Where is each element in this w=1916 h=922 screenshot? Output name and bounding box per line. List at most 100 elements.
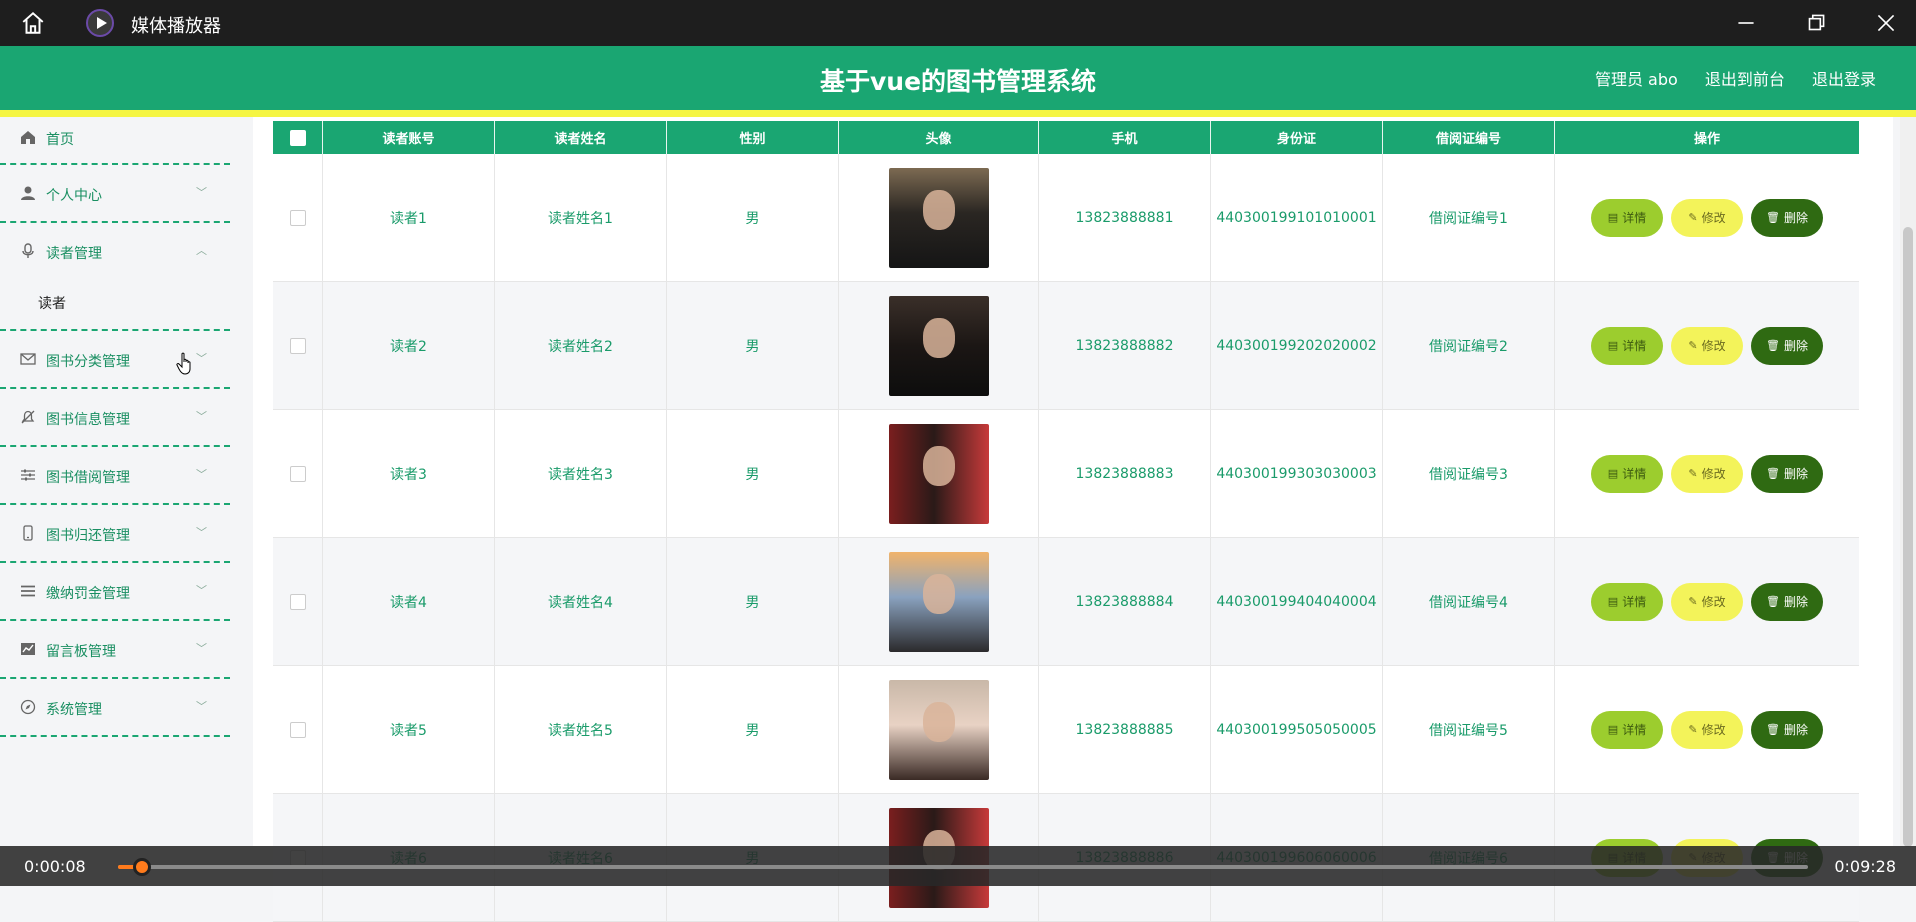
sliders-icon [21, 469, 35, 481]
main-content: 读者账号 读者姓名 性别 头像 手机 身份证 借阅证编号 操作 读者1 读者姓名1… [253, 117, 1893, 922]
minimize-button[interactable] [1733, 10, 1759, 36]
sidebar-item-guestbook[interactable]: 留言板管理 ﹀ [0, 621, 230, 679]
cell-account: 读者3 [323, 410, 495, 537]
page-scrollbar[interactable] [1900, 117, 1916, 847]
edit-icon: ✎ [1688, 467, 1698, 480]
restore-button[interactable] [1803, 10, 1829, 36]
table-row: 读者4 读者姓名4 男 13823888884 440300199404040004 借阅… [273, 538, 1859, 666]
sidebar-item-system[interactable]: 系统管理 ﹀ [0, 679, 230, 737]
cell-card_no: 借阅证编号5 [1383, 666, 1555, 793]
cell-id_card: 440300199404040004 [1211, 538, 1383, 665]
sidebar-item-home[interactable]: 首页 [0, 117, 230, 165]
cell-account: 读者2 [323, 282, 495, 409]
sidebar-item-profile[interactable]: 个人中心 ﹀ [0, 165, 230, 223]
media-player-icon [86, 9, 114, 37]
column-header[interactable]: 读者姓名 [495, 121, 667, 154]
column-header[interactable]: 身份证 [1211, 121, 1383, 154]
cell-gender: 男 [667, 282, 839, 409]
total-time: 0:09:28 [1834, 857, 1896, 876]
cell-account: 读者5 [323, 666, 495, 793]
actions-cell: ▤详情✎修改🗑删除 [1555, 538, 1859, 665]
detail-button[interactable]: ▤详情 [1591, 582, 1663, 621]
chevron-down-icon: ﹀ [196, 468, 207, 481]
sidebar-item-label: 图书分类管理 [46, 354, 130, 370]
button-label: 修改 [1701, 595, 1726, 609]
sidebar-item-fines[interactable]: 缴纳罚金管理 ﹀ [0, 563, 230, 621]
cell-id_card: 440300199303030003 [1211, 410, 1383, 537]
row-checkbox[interactable] [289, 337, 306, 354]
cell-phone: 13823888881 [1039, 154, 1211, 281]
delete-button[interactable]: 🗑删除 [1751, 582, 1823, 621]
select-cell [273, 538, 323, 665]
sidebar-item-borrow[interactable]: 图书借阅管理 ﹀ [0, 447, 230, 505]
sidebar-item-book-category[interactable]: 图书分类管理 ﹀ [0, 331, 230, 389]
exit-front-link[interactable]: 退出到前台 [1705, 70, 1785, 89]
edit-button[interactable]: ✎修改 [1671, 326, 1743, 365]
sidebar-item-label: 系统管理 [46, 702, 102, 718]
detail-button[interactable]: ▤详情 [1591, 326, 1663, 365]
sidebar-item-return[interactable]: 图书归还管理 ﹀ [0, 505, 230, 563]
sidebar-item-label: 首页 [46, 132, 74, 148]
column-header[interactable]: 手机 [1039, 121, 1211, 154]
button-label: 删除 [1783, 339, 1808, 353]
chevron-up-icon: ︿ [196, 244, 207, 257]
select-all-checkbox[interactable] [289, 129, 306, 146]
sidebar-item-readers[interactable]: 读者管理 ︿ [0, 223, 230, 279]
edit-button[interactable]: ✎修改 [1671, 454, 1743, 493]
delete-button[interactable]: 🗑删除 [1751, 454, 1823, 493]
delete-button[interactable]: 🗑删除 [1751, 710, 1823, 749]
column-header[interactable]: 借阅证编号 [1383, 121, 1555, 154]
row-checkbox[interactable] [289, 209, 306, 226]
actions-cell: ▤详情✎修改🗑删除 [1555, 410, 1859, 537]
detail-button[interactable]: ▤详情 [1591, 710, 1663, 749]
button-label: 修改 [1701, 723, 1726, 737]
column-header[interactable]: 头像 [839, 121, 1039, 154]
reader-table: 读者账号 读者姓名 性别 头像 手机 身份证 借阅证编号 操作 读者1 读者姓名1… [273, 121, 1859, 922]
sidebar-subitem-reader[interactable]: 读者 [0, 279, 230, 331]
compass-icon [20, 699, 36, 715]
table-header: 读者账号 读者姓名 性别 头像 手机 身份证 借阅证编号 操作 [273, 121, 1859, 154]
edit-button[interactable]: ✎修改 [1671, 582, 1743, 621]
button-label: 详情 [1622, 211, 1647, 225]
row-checkbox[interactable] [289, 593, 306, 610]
chevron-down-icon: ﹀ [196, 352, 207, 365]
logout-link[interactable]: 退出登录 [1812, 70, 1876, 89]
delete-button[interactable]: 🗑删除 [1751, 198, 1823, 237]
avatar-cell [839, 154, 1039, 281]
sidebar-item-book-info[interactable]: 图书信息管理 ﹀ [0, 389, 230, 447]
detail-button[interactable]: ▤详情 [1591, 454, 1663, 493]
button-label: 修改 [1701, 467, 1726, 481]
detail-icon: ▤ [1607, 339, 1619, 352]
avatar [888, 679, 989, 780]
cell-name: 读者姓名3 [495, 410, 667, 537]
actions-cell: ▤详情✎修改🗑删除 [1555, 666, 1859, 793]
row-checkbox[interactable] [289, 721, 306, 738]
row-checkbox[interactable] [289, 465, 306, 482]
sidebar-item-label: 留言板管理 [46, 644, 116, 660]
cell-id_card: 440300199101010001 [1211, 154, 1383, 281]
avatar-face [922, 445, 955, 486]
avatar-cell [839, 410, 1039, 537]
delete-button[interactable]: 🗑删除 [1751, 326, 1823, 365]
delete-icon: 🗑 [1766, 211, 1780, 224]
edit-button[interactable]: ✎修改 [1671, 710, 1743, 749]
chevron-down-icon: ﹀ [196, 410, 207, 423]
cell-name: 读者姓名2 [495, 282, 667, 409]
chevron-down-icon: ﹀ [196, 186, 207, 199]
table-row: 读者2 读者姓名2 男 13823888882 440300199202020002 借阅… [273, 282, 1859, 410]
seek-bar[interactable] [118, 858, 1808, 876]
avatar [888, 551, 989, 652]
close-button[interactable] [1873, 10, 1899, 36]
home-icon [21, 131, 35, 144]
column-header[interactable]: 性别 [667, 121, 839, 154]
detail-button[interactable]: ▤详情 [1591, 198, 1663, 237]
scrollbar-thumb[interactable] [1903, 227, 1913, 847]
actions-cell: ▤详情✎修改🗑删除 [1555, 282, 1859, 409]
column-header[interactable]: 读者账号 [323, 121, 495, 154]
button-label: 删除 [1783, 723, 1808, 737]
edit-button[interactable]: ✎修改 [1671, 198, 1743, 237]
home-icon[interactable] [20, 10, 46, 36]
seek-handle[interactable] [132, 858, 151, 876]
menu-icon [21, 585, 35, 597]
cell-gender: 男 [667, 154, 839, 281]
